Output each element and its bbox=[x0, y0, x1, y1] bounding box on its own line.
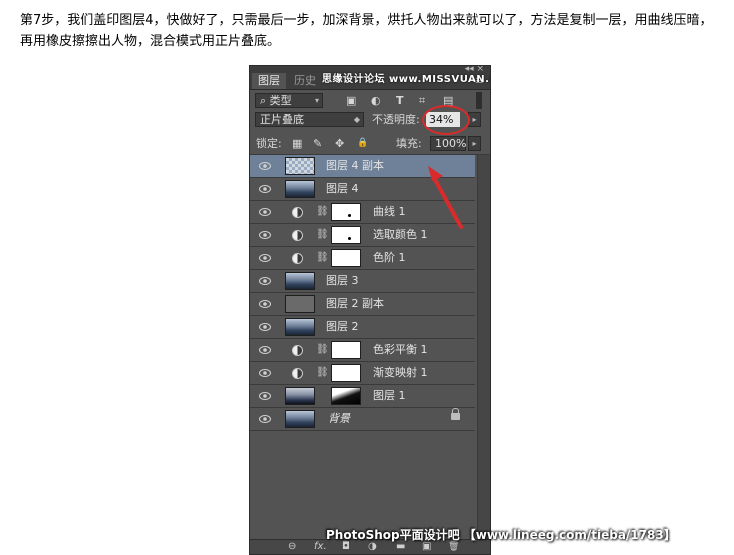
layer-mask-thumbnail bbox=[331, 249, 361, 267]
opacity-label: 不透明度: bbox=[372, 113, 420, 126]
layer-mask-thumbnail bbox=[331, 226, 361, 244]
layer-row[interactable]: 图层 4 bbox=[250, 178, 475, 201]
layer-row[interactable]: 图层 2 bbox=[250, 316, 475, 339]
layer-row[interactable]: 图层 2 副本 bbox=[250, 293, 475, 316]
layer-thumbnail bbox=[285, 272, 315, 290]
layer-name: 背景 bbox=[328, 412, 350, 425]
visibility-eye-icon[interactable] bbox=[259, 369, 271, 377]
fill-label: 填充: bbox=[396, 137, 422, 150]
layer-thumbnail bbox=[285, 318, 315, 336]
visibility-eye-icon[interactable] bbox=[259, 300, 271, 308]
tab-layers[interactable]: 图层 bbox=[252, 73, 286, 89]
layer-row[interactable]: ⛓ 渐变映射 1 bbox=[250, 362, 475, 385]
layer-name: 图层 1 bbox=[373, 389, 406, 402]
visibility-eye-icon[interactable] bbox=[259, 254, 271, 262]
annotation-circle bbox=[422, 105, 470, 135]
layer-name: 色阶 1 bbox=[373, 251, 406, 264]
tab-history[interactable]: 历史 bbox=[294, 73, 316, 89]
layer-mask-thumbnail bbox=[331, 203, 361, 221]
layer-row[interactable]: 图层 4 副本 bbox=[250, 155, 475, 178]
lock-position-icon[interactable]: ✥ bbox=[335, 136, 344, 151]
layer-name: 图层 2 bbox=[326, 320, 359, 333]
adjustment-layer-icon bbox=[292, 207, 303, 218]
layer-name: 图层 4 bbox=[326, 182, 359, 195]
fx-icon[interactable]: fx. bbox=[314, 540, 327, 554]
visibility-eye-icon[interactable] bbox=[259, 323, 271, 331]
layer-thumbnail bbox=[285, 157, 315, 175]
fill-input[interactable]: 100% bbox=[430, 136, 466, 151]
layer-row[interactable]: ⛓ 色彩平衡 1 bbox=[250, 339, 475, 362]
layer-row[interactable]: ⛓ 曲线 1 bbox=[250, 201, 475, 224]
search-icon: ⌕ bbox=[260, 94, 267, 107]
visibility-eye-icon[interactable] bbox=[259, 392, 271, 400]
adjustment-layer-icon bbox=[292, 345, 303, 356]
lock-label: 锁定: bbox=[256, 137, 282, 150]
layer-name: 图层 2 副本 bbox=[326, 297, 384, 310]
watermark-top: 思缘设计论坛 www.MISSVUAN.COM bbox=[322, 74, 490, 85]
chain-link-icon[interactable]: ⛓ bbox=[316, 252, 329, 264]
type-filter-icon[interactable]: T bbox=[396, 93, 404, 108]
chain-link-icon[interactable]: ⛓ bbox=[316, 367, 329, 379]
filter-type-label: 类型 bbox=[269, 94, 292, 107]
layer-row[interactable]: 图层 1 bbox=[250, 385, 475, 408]
watermark-bottom: PhotoShop平面设计吧 【www.lineeg.com/tieba/178… bbox=[326, 528, 676, 542]
layer-mask-thumbnail bbox=[331, 387, 361, 405]
lock-transparent-icon[interactable]: ▦ bbox=[292, 136, 302, 151]
layer-mask-thumbnail bbox=[331, 364, 361, 382]
chevron-down-icon: ◆ bbox=[353, 115, 360, 124]
link-layers-icon[interactable]: ⊖ bbox=[288, 540, 296, 554]
layer-filter-select[interactable]: ⌕ 类型 ▾ bbox=[255, 93, 323, 108]
lock-image-icon[interactable]: ✎ bbox=[313, 136, 322, 151]
layer-thumbnail bbox=[285, 387, 315, 405]
blend-mode-value: 正片叠底 bbox=[260, 113, 304, 126]
blend-mode-select[interactable]: 正片叠底 ◆ bbox=[255, 112, 364, 127]
shape-filter-icon[interactable]: ⌗ bbox=[419, 93, 425, 108]
visibility-eye-icon[interactable] bbox=[259, 346, 271, 354]
filter-toggle-switch[interactable] bbox=[476, 92, 482, 109]
adjustment-layer-icon bbox=[292, 230, 303, 241]
chain-link-icon[interactable]: ⛓ bbox=[316, 229, 329, 241]
layer-name: 曲线 1 bbox=[373, 205, 406, 218]
lock-icon bbox=[451, 408, 460, 420]
layer-name: 图层 3 bbox=[326, 274, 359, 287]
layer-name: 选取颜色 1 bbox=[373, 228, 428, 241]
chain-link-icon[interactable]: ⛓ bbox=[316, 344, 329, 356]
layer-name: 图层 4 副本 bbox=[326, 159, 384, 172]
layers-scrollbar[interactable] bbox=[477, 155, 490, 545]
layer-thumbnail bbox=[285, 295, 315, 313]
layer-row[interactable]: ⛓ 选取颜色 1 bbox=[250, 224, 475, 247]
adjustment-filter-icon[interactable]: ◐ bbox=[371, 93, 381, 108]
visibility-eye-icon[interactable] bbox=[259, 231, 271, 239]
layer-thumbnail bbox=[285, 180, 315, 198]
layer-row[interactable]: ⛓ 色阶 1 bbox=[250, 247, 475, 270]
lock-all-icon[interactable]: 🔒 bbox=[357, 136, 368, 151]
article-paragraph: 第7步，我们盖印图层4，快做好了，只需最后一步，加深背景，烘托人物出来就可以了，… bbox=[20, 13, 713, 49]
layer-row[interactable]: 图层 3 bbox=[250, 270, 475, 293]
layer-mask-thumbnail bbox=[331, 341, 361, 359]
visibility-eye-icon[interactable] bbox=[259, 415, 271, 423]
visibility-eye-icon[interactable] bbox=[259, 162, 271, 170]
layer-name: 渐变映射 1 bbox=[373, 366, 428, 379]
fill-slider-toggle[interactable]: ▸ bbox=[468, 136, 481, 151]
visibility-eye-icon[interactable] bbox=[259, 185, 271, 193]
layers-panel: ◂◂ × 图层 历史 ≡ 思缘设计论坛 www.MISSVUAN.COM ⌕ 类… bbox=[249, 65, 491, 555]
layer-thumbnail bbox=[285, 410, 315, 428]
image-filter-icon[interactable]: ▣ bbox=[346, 93, 356, 108]
visibility-eye-icon[interactable] bbox=[259, 208, 271, 216]
visibility-eye-icon[interactable] bbox=[259, 277, 271, 285]
adjustment-layer-icon bbox=[292, 368, 303, 379]
layer-name: 色彩平衡 1 bbox=[373, 343, 428, 356]
chain-link-icon[interactable]: ⛓ bbox=[316, 206, 329, 218]
layer-row[interactable]: 背景 bbox=[250, 408, 475, 431]
adjustment-layer-icon bbox=[292, 253, 303, 264]
chevron-down-icon: ▾ bbox=[314, 96, 319, 105]
